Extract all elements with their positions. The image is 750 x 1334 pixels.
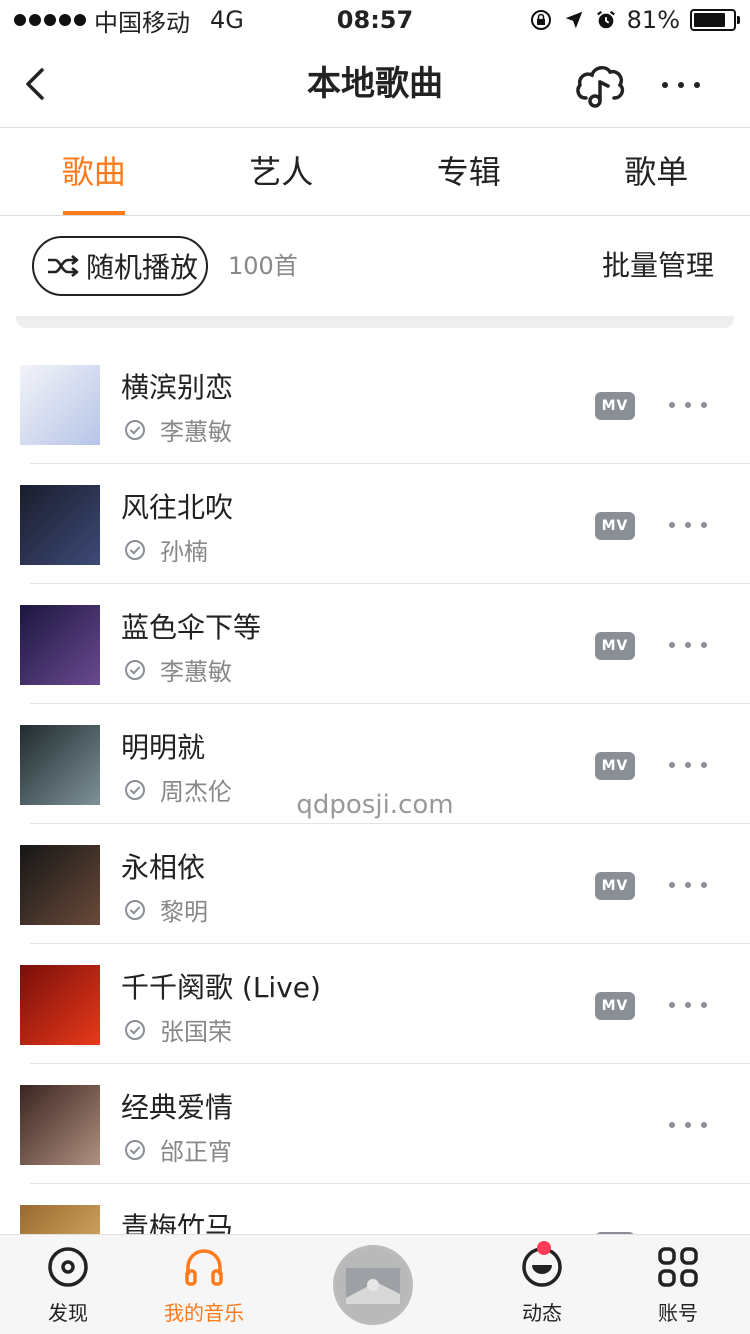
downloaded-check-icon: [125, 659, 145, 680]
clock: 08:57: [336, 6, 414, 34]
mv-badge[interactable]: MV: [595, 872, 635, 900]
song-row[interactable]: 经典爱情邰正宵: [0, 1064, 750, 1184]
song-more-icon[interactable]: [669, 522, 707, 528]
downloaded-check-icon: [125, 539, 145, 560]
tabbar-account-label: 账号: [658, 1301, 698, 1325]
disc-icon: [48, 1247, 88, 1287]
mv-badge[interactable]: MV: [595, 512, 635, 540]
song-more-icon[interactable]: [669, 402, 707, 408]
song-row[interactable]: 千千阕歌 (Live) 张国荣 MV: [0, 944, 750, 1064]
now-playing-disc: [333, 1245, 413, 1325]
category-tabs: 歌曲 艺人 专辑 歌单: [0, 128, 750, 216]
song-title: 明明就: [121, 731, 206, 764]
tabbar-discover-label: 发现: [48, 1301, 88, 1325]
grid-icon: [658, 1247, 698, 1287]
artist-name: 孙楠: [160, 538, 208, 566]
song-row[interactable]: 横滨别恋李蕙敏 MV: [0, 344, 750, 464]
song-more-icon[interactable]: [669, 882, 707, 888]
downloaded-check-icon: [125, 1139, 145, 1160]
song-meta: 李蕙敏: [124, 652, 232, 687]
page-title: 本地歌曲: [307, 64, 443, 104]
watermark-text: qdposji.com: [296, 790, 454, 820]
song-more-icon[interactable]: [669, 1002, 707, 1008]
song-row[interactable]: 风往北吹孙楠 MV: [0, 464, 750, 584]
album-cover: [20, 1085, 100, 1165]
album-cover: [20, 845, 100, 925]
song-title: 横滨别恋: [121, 371, 234, 404]
bottom-tab-bar: 发现 我的音乐 动态 账号: [0, 1234, 750, 1334]
song-row[interactable]: 青梅竹马MV: [0, 1184, 750, 1234]
now-playing-button[interactable]: [272, 1235, 474, 1334]
downloaded-check-icon: [125, 419, 145, 440]
artist-name: 张国荣: [160, 1018, 232, 1046]
downloaded-check-icon: [125, 1019, 145, 1040]
batch-manage-button[interactable]: 批量管理: [602, 236, 714, 296]
mv-badge[interactable]: MV: [595, 992, 635, 1020]
song-meta: 孙楠: [124, 532, 208, 567]
album-cover: [20, 605, 100, 685]
battery-icon: [690, 9, 740, 31]
song-count: 100首: [228, 252, 298, 280]
artist-name: 邰正宵: [160, 1138, 232, 1166]
mv-badge[interactable]: MV: [595, 632, 635, 660]
album-cover: [20, 965, 100, 1045]
shuffle-play-label: 随机播放: [86, 251, 199, 284]
downloaded-check-icon: [125, 899, 145, 920]
song-more-icon[interactable]: [669, 1122, 707, 1128]
action-row: 随机播放 100首 批量管理: [0, 216, 750, 316]
song-more-icon[interactable]: [669, 762, 707, 768]
song-title: 千千阕歌 (Live): [121, 971, 321, 1004]
song-list[interactable]: 横滨别恋 李蕙敏 MV 风往北吹 孙楠 MV 蓝色伞下等 李蕙敏 MV 明明就 周杰伦 MV 永相依 黎明…: [0, 344, 750, 1234]
tab-albums[interactable]: 专辑: [375, 128, 563, 215]
song-title: 风往北吹: [121, 491, 234, 524]
tab-artists[interactable]: 艺人: [188, 128, 376, 215]
shuffle-icon: [48, 254, 79, 278]
tab-playlists[interactable]: 歌单: [563, 128, 750, 215]
tabbar-my-music-label: 我的音乐: [164, 1301, 244, 1325]
artist-name: 李蕙敏: [160, 418, 232, 446]
tabbar-feed-label: 动态: [522, 1301, 562, 1325]
artist-name: 李蕙敏: [160, 658, 232, 686]
song-title: 经典爱情: [121, 1091, 234, 1124]
song-meta: 黎明: [124, 892, 208, 927]
album-cover: [20, 485, 100, 565]
tabbar-my-music[interactable]: 我的音乐: [136, 1235, 272, 1334]
mv-badge[interactable]: MV: [595, 752, 635, 780]
artist-name: 黎明: [160, 898, 208, 926]
song-row[interactable]: 蓝色伞下等李蕙敏 MV: [0, 584, 750, 704]
song-meta: 邰正宵: [124, 1132, 232, 1167]
more-options-icon[interactable]: [662, 82, 700, 88]
tab-songs[interactable]: 歌曲: [0, 128, 188, 215]
divider: [16, 316, 734, 328]
album-cover: [20, 365, 100, 445]
tabbar-account[interactable]: 账号: [610, 1235, 746, 1334]
cloud-music-icon[interactable]: [572, 60, 628, 112]
mv-badge[interactable]: MV: [595, 392, 635, 420]
song-title: 永相依: [121, 851, 206, 884]
song-title: 青梅竹马: [121, 1211, 234, 1234]
song-meta: 李蕙敏: [124, 412, 232, 447]
status-bar: 中国移动 4G 08:57 81%: [0, 0, 750, 40]
headphones-icon: [185, 1249, 223, 1286]
album-cover: [20, 1205, 100, 1234]
shuffle-play-button[interactable]: 随机播放: [32, 236, 208, 296]
song-meta: 张国荣: [124, 1012, 232, 1047]
song-row[interactable]: 永相依黎明 MV: [0, 824, 750, 944]
navigation-bar: 本地歌曲: [0, 40, 750, 128]
song-title: 蓝色伞下等: [121, 611, 262, 644]
notification-dot: [537, 1241, 551, 1255]
tabbar-discover[interactable]: 发现: [0, 1235, 136, 1334]
song-more-icon[interactable]: [669, 642, 707, 648]
